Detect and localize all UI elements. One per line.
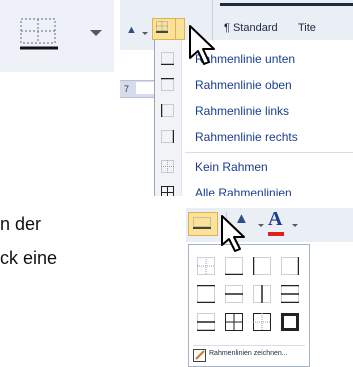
menu-separator	[185, 152, 353, 153]
chevron-down-icon[interactable]	[90, 30, 102, 36]
border-right-icon[interactable]	[281, 257, 299, 275]
menu-item-border-right[interactable]: Rahmenlinie rechts	[155, 124, 353, 150]
border-left-icon[interactable]	[253, 257, 271, 275]
border-top-icon	[161, 78, 174, 91]
menu-item-no-border[interactable]: Kein Rahmen	[155, 154, 353, 180]
menu-item-label: Rahmenlinie links	[195, 104, 290, 118]
ruler-margin	[136, 82, 156, 94]
cursor-icon	[189, 25, 215, 65]
border-top-bottom-icon[interactable]	[281, 285, 299, 303]
outside-borders-icon[interactable]	[253, 313, 271, 331]
draw-borders-item[interactable]: Rahmenlinien zeichnen...	[193, 345, 305, 364]
border-bottom-icon[interactable]	[225, 257, 243, 275]
thick-box-border-icon[interactable]	[281, 313, 299, 331]
font-color-icon[interactable]: A	[268, 208, 282, 231]
ribbon-edge	[220, 3, 353, 6]
border-gallery-grid: Rahmenlinien zeichnen...	[188, 244, 310, 367]
border-bottom-icon	[193, 217, 211, 229]
border-bottom-icon	[20, 18, 58, 50]
cursor-icon	[221, 215, 245, 252]
all-borders-icon[interactable]	[225, 313, 243, 331]
menu-item-label: Alle Rahmenlinien	[195, 186, 292, 196]
border-right-icon	[161, 130, 174, 143]
chevron-down-icon[interactable]	[258, 224, 264, 227]
border-all-dashed-icon[interactable]	[197, 257, 215, 275]
menu-item-border-left[interactable]: Rahmenlinie links	[155, 98, 353, 124]
border-bottom-icon	[161, 52, 174, 65]
border-inside-vertical-icon[interactable]	[253, 285, 271, 303]
draw-borders-label: Rahmenlinien zeichnen...	[209, 350, 288, 357]
menu-item-all-borders[interactable]: Alle Rahmenlinien	[155, 180, 353, 196]
menu-item-label: Rahmenlinie oben	[195, 78, 292, 92]
body-text-line: n der	[0, 214, 42, 234]
chevron-down-icon[interactable]	[292, 224, 298, 227]
border-bottom-icon	[156, 21, 168, 33]
menu-item-border-bottom[interactable]: Rahmenlinie unten	[155, 46, 353, 72]
border-button-large[interactable]	[0, 0, 114, 72]
border-left-icon	[161, 104, 174, 117]
ruler-number: 7	[124, 84, 130, 94]
border-inside-horizontal-icon[interactable]	[225, 285, 243, 303]
no-border-icon	[161, 160, 174, 173]
ribbon-border-menu-region: ¶ Standard Tite ▲ 7 Rahmenlinie unten Ra…	[120, 0, 353, 196]
menu-item-label: Rahmenlinie rechts	[195, 130, 298, 144]
pencil-border-icon	[193, 349, 206, 362]
style-standard[interactable]: ¶ Standard	[224, 22, 278, 34]
body-text-line: ck eine	[0, 248, 58, 268]
font-color-swatch	[268, 232, 284, 236]
border-dropdown-menu: Rahmenlinie unten Rahmenlinie oben Rahme…	[154, 40, 353, 196]
border-top-icon[interactable]	[197, 285, 215, 303]
menu-item-label: Kein Rahmen	[195, 160, 268, 174]
menu-item-border-top[interactable]: Rahmenlinie oben	[155, 72, 353, 98]
style-title[interactable]: Tite	[298, 22, 316, 34]
all-borders-icon	[161, 186, 174, 196]
border-dropdown-button[interactable]	[176, 18, 185, 40]
border-diagonal-icon[interactable]	[197, 313, 215, 331]
chevron-down-icon[interactable]	[142, 32, 148, 35]
border-gallery-panel: ▲ A Rahmenlinien zeichnen...	[186, 208, 353, 367]
shading-icon[interactable]: ▲	[126, 24, 137, 36]
